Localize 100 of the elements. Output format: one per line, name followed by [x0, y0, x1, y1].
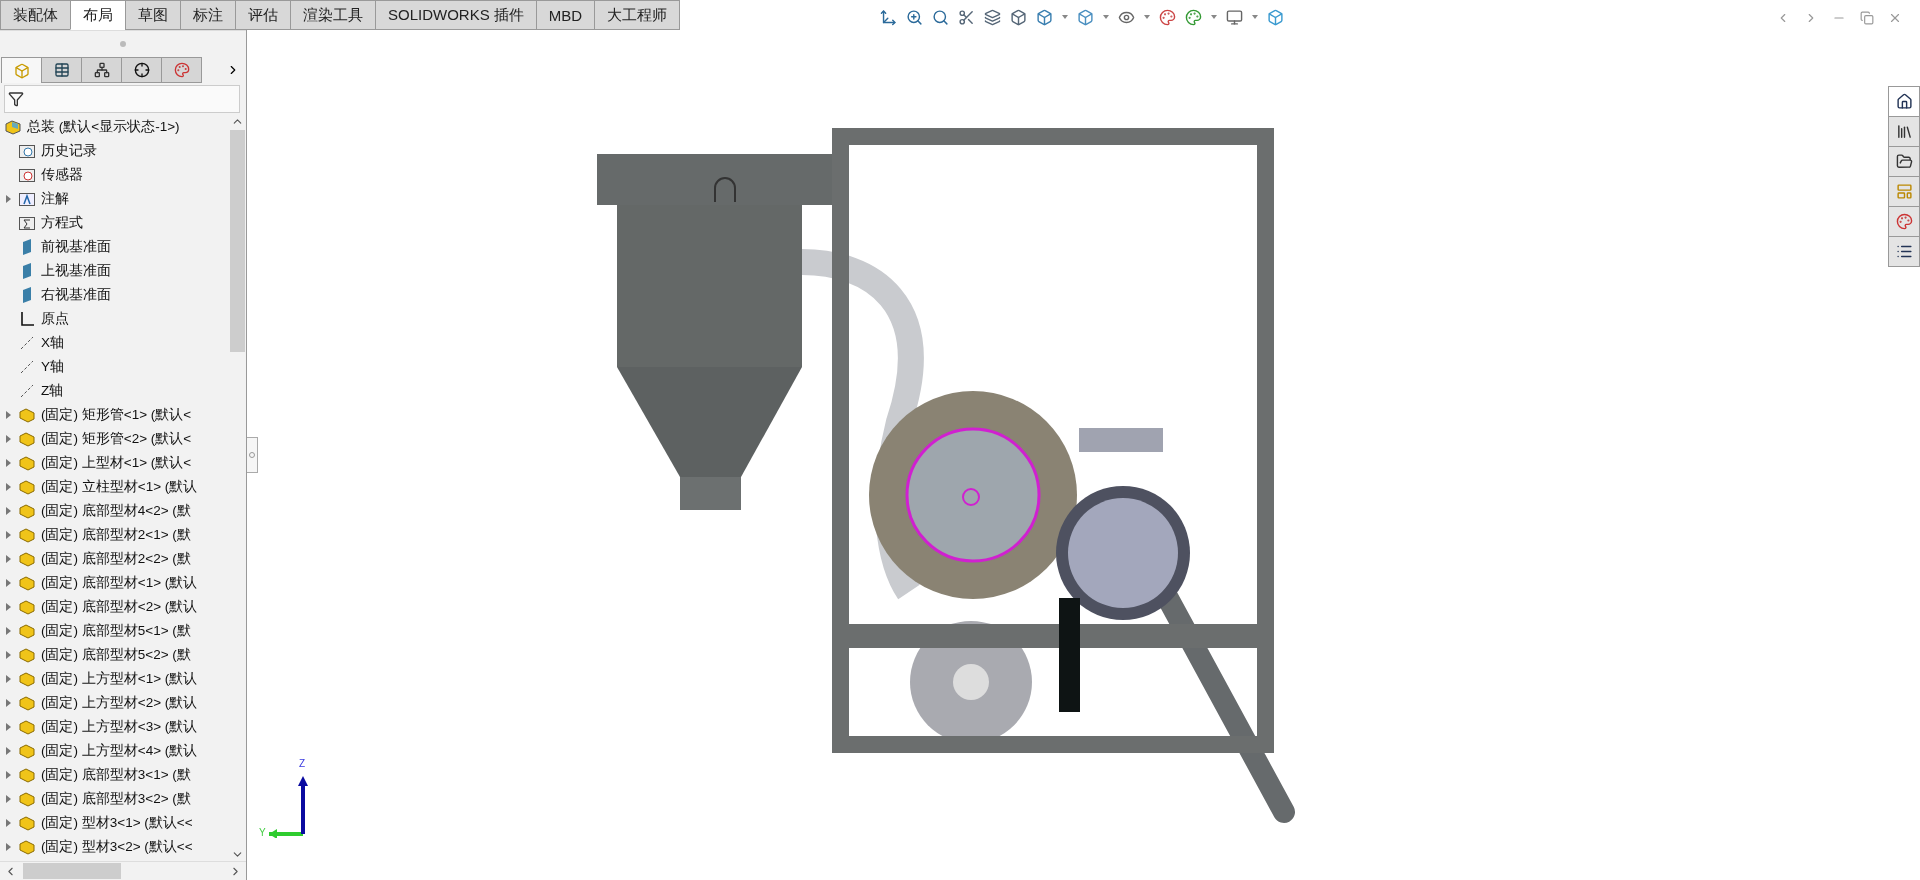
home-icon [1895, 93, 1913, 110]
filter-field[interactable] [4, 85, 240, 113]
expand-arrow-icon[interactable] [6, 459, 12, 467]
expand-arrow-icon[interactable] [6, 507, 12, 515]
tree-item[interactable]: 前视基准面 [41, 238, 111, 256]
task-pane-tab[interactable] [1888, 146, 1920, 176]
ribbon-tab[interactable]: 渲染工具 [290, 0, 376, 30]
expand-arrow-icon[interactable] [6, 651, 12, 659]
orient-icon[interactable] [880, 8, 897, 26]
tree-item[interactable]: 原点 [41, 310, 69, 328]
expand-arrow-icon[interactable] [6, 819, 12, 827]
part-icon [18, 527, 36, 543]
tree-item[interactable]: 传感器 [41, 166, 83, 184]
tree-item[interactable]: 注解 [41, 190, 69, 208]
ribbon-tab[interactable]: 草图 [125, 0, 181, 30]
cube-icon[interactable] [1010, 8, 1027, 26]
expand-arrow-icon[interactable] [6, 579, 12, 587]
ribbon-tab[interactable]: 大工程师 [594, 0, 681, 30]
tree-item[interactable]: (固定) 底部型材<2> (默认 [41, 598, 198, 616]
expand-arrow-icon[interactable] [6, 747, 12, 755]
axis-icon [19, 359, 35, 375]
plane-icon [20, 287, 34, 303]
tree-item[interactable]: 历史记录 [41, 142, 97, 160]
task-pane-tab[interactable] [1888, 236, 1920, 267]
ribbon-tab[interactable]: SOLIDWORKS 插件 [375, 0, 537, 30]
tree-item[interactable]: (固定) 上型材<1> (默认< [41, 454, 192, 472]
expand-arrow-icon[interactable] [6, 795, 12, 803]
tree-item[interactable]: (固定) 上方型材<3> (默认 [41, 718, 198, 736]
dropdown-caret-icon[interactable] [1103, 15, 1109, 19]
expand-arrow-icon[interactable] [6, 627, 12, 635]
expand-arrow-icon[interactable] [6, 771, 12, 779]
tree-item[interactable]: (固定) 底部型材2<1> (默 [41, 526, 191, 544]
monitor-icon[interactable] [1226, 8, 1243, 26]
ribbon-tab[interactable]: MBD [535, 0, 596, 30]
cube-icon[interactable] [1036, 8, 1053, 26]
tree-item[interactable]: Y轴 [41, 358, 64, 376]
task-pane-tab[interactable] [1888, 86, 1920, 116]
tree-item[interactable]: (固定) 底部型材3<2> (默 [41, 790, 191, 808]
panel-tab[interactable] [81, 57, 122, 83]
scrollbar-thumb[interactable] [23, 863, 121, 879]
restore-icon[interactable] [1860, 11, 1874, 25]
tree-item[interactable]: 右视基准面 [41, 286, 111, 304]
part-icon [18, 623, 36, 639]
tree-item[interactable]: (固定) 上方型材<1> (默认 [41, 670, 198, 688]
dropdown-caret-icon[interactable] [1144, 15, 1150, 19]
scissors-icon[interactable] [958, 8, 975, 26]
sigma-folder-icon [19, 216, 35, 230]
panel-collapse-handle[interactable] [247, 437, 258, 473]
close-icon[interactable] [1888, 11, 1902, 25]
tree-item[interactable]: (固定) 矩形管<2> (默认< [41, 430, 192, 448]
tree-item[interactable]: 上视基准面 [41, 262, 111, 280]
ribbon-tab[interactable]: 评估 [235, 0, 291, 30]
panel-tab[interactable] [41, 57, 82, 83]
tree-item[interactable]: (固定) 矩形管<1> (默认< [41, 406, 192, 424]
tree-item[interactable]: Z轴 [41, 382, 64, 400]
tree-item[interactable]: (固定) 底部型材<1> (默认 [41, 574, 198, 592]
expand-arrow-icon[interactable] [6, 531, 12, 539]
dropdown-caret-icon[interactable] [1062, 15, 1068, 19]
expand-arrow-icon[interactable] [6, 843, 12, 851]
expand-arrow-icon[interactable] [6, 483, 12, 491]
part-icon [18, 599, 36, 615]
dropdown-caret-icon[interactable] [1252, 15, 1258, 19]
expand-arrow-icon[interactable] [6, 435, 12, 443]
ribbon-tab[interactable]: 标注 [180, 0, 236, 30]
grip-dot[interactable] [120, 41, 126, 47]
ribbon-tab[interactable]: 布局 [70, 0, 126, 30]
expand-arrow-icon[interactable] [6, 555, 12, 563]
tree-item[interactable]: (固定) 型材3<1> (默认<< [41, 814, 193, 832]
ribbon-tab[interactable]: 装配体 [0, 0, 71, 30]
tree-item[interactable]: (固定) 底部型材5<1> (默 [41, 622, 191, 640]
panel-tab[interactable] [121, 57, 162, 83]
search-icon[interactable] [932, 8, 949, 26]
y-axis-label: Y [259, 827, 266, 838]
part-icon [18, 431, 36, 447]
tree-item[interactable]: (固定) 底部型材2<2> (默 [41, 550, 191, 568]
expand-arrow-icon[interactable] [6, 675, 12, 683]
expand-arrow-icon[interactable] [6, 603, 12, 611]
tree-item[interactable]: (固定) 上方型材<4> (默认 [41, 742, 198, 760]
tree-item[interactable]: 总装 (默认<显示状态-1>) [27, 118, 180, 136]
tree-item[interactable]: (固定) 型材3<2> (默认<< [41, 838, 193, 856]
zoom-icon[interactable] [906, 8, 923, 26]
cube-icon[interactable] [1267, 8, 1284, 26]
scrollbar-thumb[interactable] [229, 130, 245, 352]
task-pane-tab[interactable] [1888, 116, 1920, 146]
expand-arrow-icon[interactable] [6, 723, 12, 731]
part-icon [18, 815, 36, 831]
expand-arrow-icon[interactable] [6, 699, 12, 707]
part-icon [18, 455, 36, 471]
tree-item[interactable]: 方程式 [41, 214, 83, 232]
tree-item[interactable]: (固定) 立柱型材<1> (默认 [41, 478, 198, 496]
tree-item[interactable]: (固定) 底部型材3<1> (默 [41, 766, 191, 784]
tree-item[interactable]: (固定) 上方型材<2> (默认 [41, 694, 198, 712]
tree-item[interactable]: (固定) 底部型材4<2> (默 [41, 502, 191, 520]
tree-item[interactable]: (固定) 底部型材5<2> (默 [41, 646, 191, 664]
assembly-icon [4, 119, 22, 135]
expand-arrow-icon[interactable] [6, 411, 12, 419]
dropdown-caret-icon[interactable] [1211, 15, 1217, 19]
expand-arrow-icon[interactable] [6, 195, 12, 203]
cube-icon[interactable] [1077, 8, 1094, 26]
tree-item[interactable]: X轴 [41, 334, 64, 352]
